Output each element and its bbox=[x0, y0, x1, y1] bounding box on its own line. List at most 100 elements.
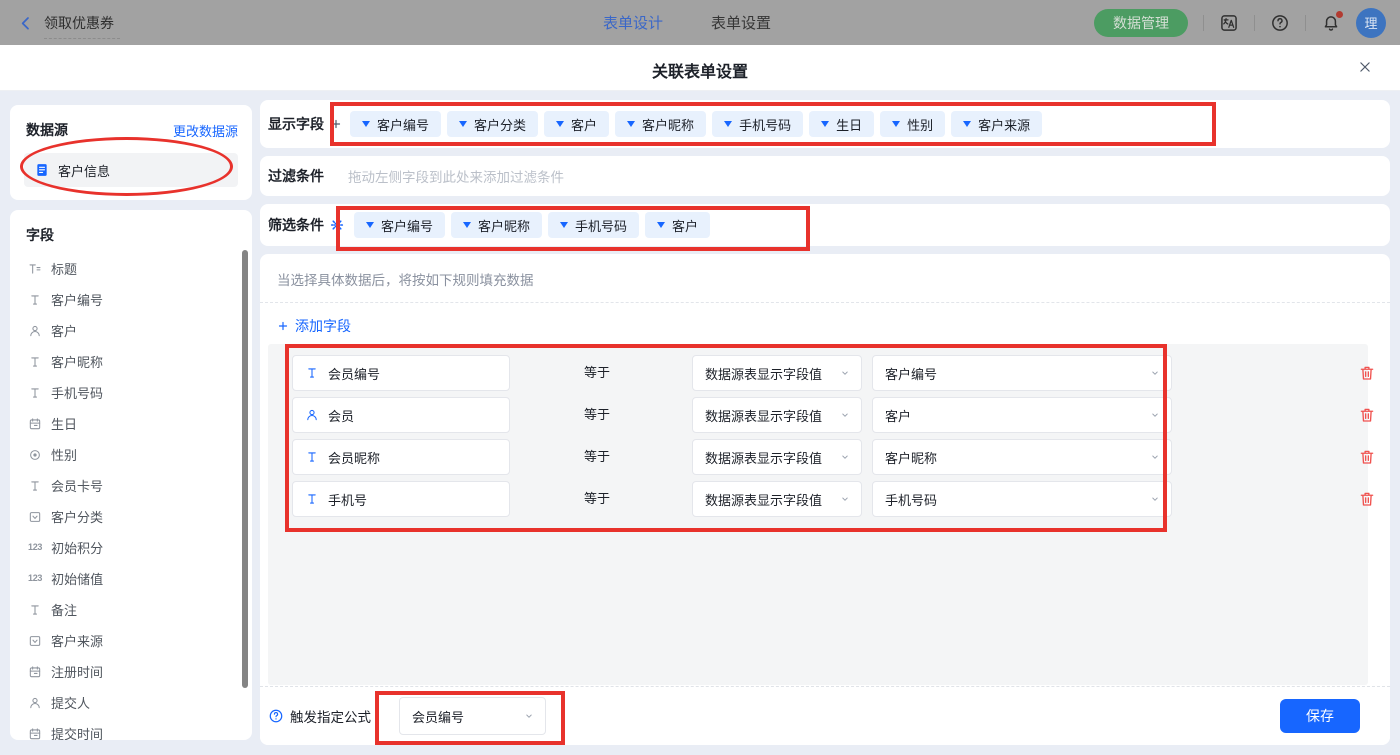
rule-source-type-select[interactable]: 数据源表显示字段值 bbox=[692, 397, 862, 433]
field-item[interactable]: 客户昵称 bbox=[10, 346, 252, 377]
field-chip[interactable]: 生日 bbox=[809, 111, 874, 137]
tab-form-settings[interactable]: 表单设置 bbox=[711, 12, 771, 33]
screen: 领取优惠券 表单设计 表单设置 数据管理 理 关联表单设置 bbox=[0, 0, 1400, 755]
field-chip[interactable]: 客户编号 bbox=[354, 212, 445, 238]
form-name[interactable]: 领取优惠券 bbox=[44, 13, 114, 33]
back-icon[interactable] bbox=[18, 15, 34, 31]
field-chip[interactable]: 客户分类 bbox=[447, 111, 538, 137]
rule-source-field-select[interactable]: 客户昵称 bbox=[872, 439, 1172, 475]
chevron-down-icon bbox=[1149, 493, 1161, 505]
add-display-field-icon[interactable] bbox=[330, 118, 342, 130]
rule-row: 会员昵称等于数据源表显示字段值客户昵称 bbox=[292, 439, 1368, 475]
field-item[interactable]: 提交时间 bbox=[10, 718, 252, 740]
save-button[interactable]: 保存 bbox=[1280, 699, 1360, 733]
field-item[interactable]: 客户编号 bbox=[10, 284, 252, 315]
form-name-label: 领取优惠券 bbox=[44, 15, 114, 31]
add-field-link[interactable]: 添加字段 bbox=[277, 316, 351, 336]
trigger-field-select[interactable]: 会员编号 bbox=[399, 697, 546, 735]
form-name-underline bbox=[44, 38, 120, 39]
field-item-label: 手机号码 bbox=[51, 383, 103, 402]
trigger-help-icon[interactable] bbox=[268, 708, 284, 724]
trash-icon bbox=[1358, 364, 1376, 382]
notification-button[interactable] bbox=[1321, 13, 1341, 33]
field-chip[interactable]: 客户编号 bbox=[350, 111, 441, 137]
tab-form-design[interactable]: 表单设计 bbox=[603, 12, 663, 33]
rule-source-type-select[interactable]: 数据源表显示字段值 bbox=[692, 481, 862, 517]
field-chip[interactable]: 手机号码 bbox=[712, 111, 803, 137]
screen-condition-label: 筛选条件 bbox=[268, 215, 324, 235]
field-chip[interactable]: 客户来源 bbox=[951, 111, 1042, 137]
field-item[interactable]: 生日 bbox=[10, 408, 252, 439]
trigger-formula-label: 触发指定公式 bbox=[290, 706, 371, 726]
field-chip[interactable]: 客户 bbox=[544, 111, 609, 137]
text-icon bbox=[28, 386, 42, 400]
selected-value: 会员编号 bbox=[412, 707, 464, 726]
rules-panel: 会员编号等于数据源表显示字段值客户编号会员等于数据源表显示字段值客户会员昵称等于… bbox=[268, 344, 1368, 685]
rule-target-label: 会员昵称 bbox=[328, 448, 380, 467]
chip-label: 客户昵称 bbox=[642, 115, 694, 134]
scrollbar-thumb[interactable] bbox=[242, 250, 248, 688]
field-item[interactable]: 标题 bbox=[10, 253, 252, 284]
rule-source-field-select[interactable]: 手机号码 bbox=[872, 481, 1172, 517]
chevron-down-icon bbox=[523, 710, 535, 722]
field-item[interactable]: 性别 bbox=[10, 439, 252, 470]
field-chip[interactable]: 客户昵称 bbox=[615, 111, 706, 137]
field-item[interactable]: 123初始积分 bbox=[10, 532, 252, 563]
text-icon bbox=[28, 479, 42, 493]
data-manage-button[interactable]: 数据管理 bbox=[1094, 9, 1188, 37]
rule-target-field[interactable]: 会员昵称 bbox=[292, 439, 510, 475]
rule-source-field-select[interactable]: 客户 bbox=[872, 397, 1172, 433]
delete-rule-button[interactable] bbox=[1358, 448, 1376, 466]
caret-down-icon bbox=[560, 222, 568, 228]
field-item[interactable]: 客户来源 bbox=[10, 625, 252, 656]
rule-target-field[interactable]: 会员 bbox=[292, 397, 510, 433]
field-item[interactable]: 备注 bbox=[10, 594, 252, 625]
field-item[interactable]: 手机号码 bbox=[10, 377, 252, 408]
change-datasource-link[interactable]: 更改数据源 bbox=[173, 121, 238, 140]
chip-label: 客户编号 bbox=[381, 216, 433, 235]
delete-rule-button[interactable] bbox=[1358, 490, 1376, 508]
avatar[interactable]: 理 bbox=[1356, 8, 1386, 38]
rule-target-field[interactable]: 手机号 bbox=[292, 481, 510, 517]
field-chip[interactable]: 客户 bbox=[645, 212, 710, 238]
field-item-label: 性别 bbox=[51, 445, 77, 464]
field-item[interactable]: 注册时间 bbox=[10, 656, 252, 687]
delete-rule-button[interactable] bbox=[1358, 364, 1376, 382]
rule-source-field-select[interactable]: 客户编号 bbox=[872, 355, 1172, 391]
fields-panel: 字段 标题客户编号客户客户昵称手机号码生日性别会员卡号客户分类123初始积分12… bbox=[10, 210, 252, 740]
help-icon[interactable] bbox=[1270, 13, 1290, 33]
chevron-down-icon bbox=[839, 409, 851, 421]
topbar-tabs: 表单设计 表单设置 bbox=[603, 0, 771, 45]
field-item[interactable]: 会员卡号 bbox=[10, 470, 252, 501]
gear-icon[interactable] bbox=[330, 218, 344, 232]
field-item[interactable]: 提交人 bbox=[10, 687, 252, 718]
display-field-chips: 客户编号客户分类客户 客户昵称手机号码生日性别客户来源 bbox=[350, 111, 1042, 137]
field-chip[interactable]: 手机号码 bbox=[548, 212, 639, 238]
field-item[interactable]: 客户 bbox=[10, 315, 252, 346]
fill-rules-hint: 当选择具体数据后，将按如下规则填充数据 bbox=[260, 254, 1390, 289]
document-icon bbox=[34, 162, 50, 178]
rule-target-label: 会员编号 bbox=[328, 364, 380, 383]
selected-value: 客户 bbox=[885, 406, 911, 425]
datasource-item[interactable]: 客户信息 bbox=[24, 153, 238, 187]
rule-operator: 等于 bbox=[584, 355, 610, 391]
field-chip[interactable]: 客户昵称 bbox=[451, 212, 542, 238]
caret-down-icon bbox=[892, 121, 900, 127]
select-icon bbox=[28, 510, 42, 524]
chip-label: 客户昵称 bbox=[478, 216, 530, 235]
delete-rule-button[interactable] bbox=[1358, 406, 1376, 424]
filter-condition-row[interactable]: 过滤条件 拖动左侧字段到此处来添加过滤条件 bbox=[260, 156, 1390, 196]
caret-down-icon bbox=[724, 121, 732, 127]
field-item[interactable]: 123初始储值 bbox=[10, 563, 252, 594]
close-icon[interactable] bbox=[1356, 58, 1374, 76]
modal-header: 关联表单设置 bbox=[0, 45, 1400, 91]
translate-icon[interactable] bbox=[1219, 13, 1239, 33]
datasource-item-label: 客户信息 bbox=[58, 161, 110, 180]
field-chip[interactable]: 性别 bbox=[880, 111, 945, 137]
field-item[interactable]: 客户分类 bbox=[10, 501, 252, 532]
rule-source-type-select[interactable]: 数据源表显示字段值 bbox=[692, 355, 862, 391]
rule-target-field[interactable]: 会员编号 bbox=[292, 355, 510, 391]
rule-operator: 等于 bbox=[584, 397, 610, 433]
caret-down-icon bbox=[459, 121, 467, 127]
rule-source-type-select[interactable]: 数据源表显示字段值 bbox=[692, 439, 862, 475]
